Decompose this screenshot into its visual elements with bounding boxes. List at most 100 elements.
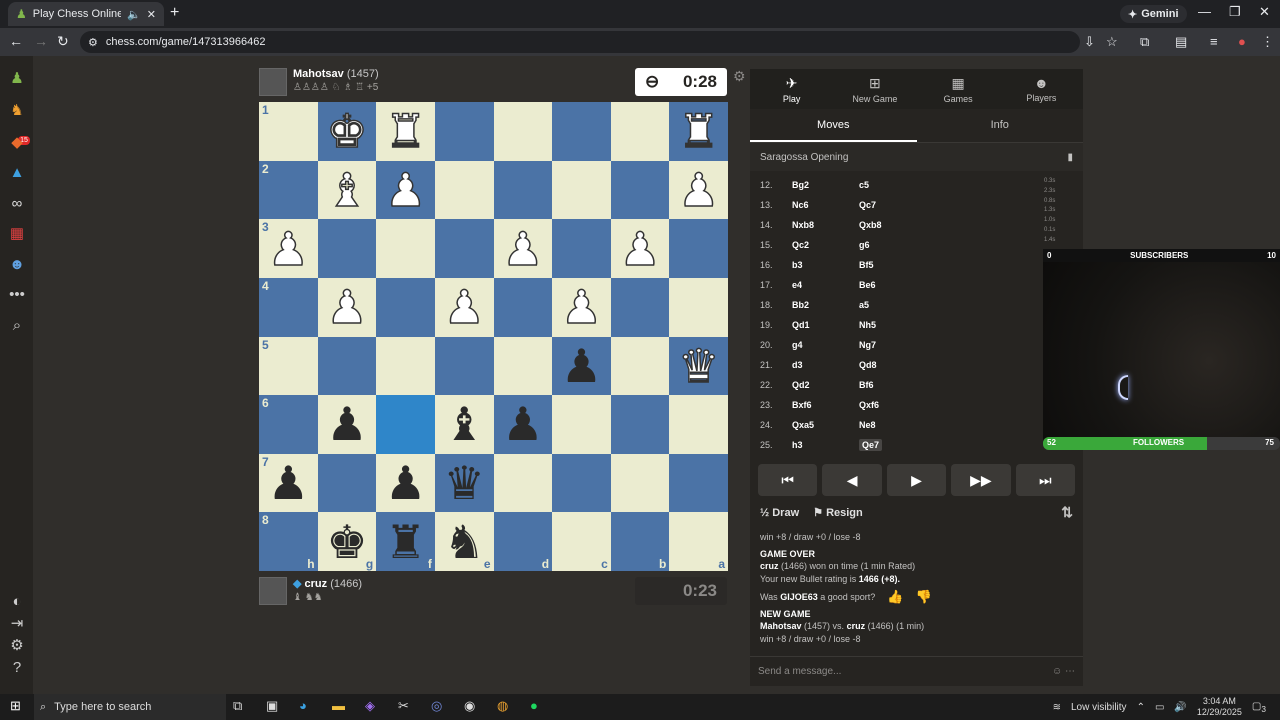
- black-pawn-piece[interactable]: ♟: [268, 460, 309, 506]
- black-move[interactable]: Be6: [859, 280, 919, 290]
- board-square[interactable]: [493, 102, 553, 161]
- tray-arrow-icon[interactable]: ⌃: [1137, 702, 1145, 713]
- board-square[interactable]: [376, 219, 435, 278]
- forward-button[interactable]: →: [34, 33, 48, 49]
- board-square[interactable]: ♚: [317, 102, 377, 161]
- subtab-info[interactable]: Info: [917, 109, 1084, 142]
- bottom-player-avatar[interactable]: [259, 577, 287, 605]
- last-move-button[interactable]: ⏭: [1015, 464, 1076, 496]
- board-square[interactable]: [376, 277, 435, 337]
- tab-new-game[interactable]: ⊞ New Game: [833, 69, 916, 109]
- board-square[interactable]: [434, 336, 494, 396]
- extensions-icon[interactable]: ⧉: [1140, 34, 1149, 50]
- white-move[interactable]: Qd2: [792, 380, 859, 390]
- subtab-moves[interactable]: Moves: [750, 109, 917, 142]
- reload-button[interactable]: ↻: [57, 33, 69, 50]
- task-view-icon[interactable]: ⧉: [233, 698, 242, 714]
- bookmark-star-icon[interactable]: ☆: [1106, 34, 1118, 50]
- white-move[interactable]: Bg2: [792, 180, 859, 190]
- white-move[interactable]: Qxa5: [792, 420, 859, 430]
- theme-icon[interactable]: ◐: [7, 591, 27, 611]
- board-square[interactable]: [552, 102, 611, 161]
- board-square[interactable]: ♟: [376, 453, 435, 513]
- board-square[interactable]: [493, 277, 553, 337]
- black-move[interactable]: Bf5: [859, 260, 919, 270]
- new-tab-button[interactable]: +: [170, 4, 179, 22]
- black-pawn-piece[interactable]: ♟: [502, 401, 543, 447]
- white-move[interactable]: g4: [792, 340, 859, 350]
- white-move[interactable]: Nxb8: [792, 220, 859, 230]
- chat-ng-player1[interactable]: Mahotsav: [760, 621, 802, 631]
- board-square[interactable]: ♟: [317, 277, 377, 337]
- book-icon[interactable]: ▮: [1067, 152, 1073, 163]
- board-square[interactable]: [669, 219, 728, 278]
- black-move[interactable]: Qxb8: [859, 220, 919, 230]
- board-square[interactable]: [317, 219, 377, 278]
- white-pawn-piece[interactable]: ♟: [619, 225, 662, 273]
- speaker-icon[interactable]: 🔈: [127, 8, 141, 21]
- white-move[interactable]: Bb2: [792, 300, 859, 310]
- weather-icon[interactable]: ≋: [1053, 702, 1061, 713]
- board-square[interactable]: [376, 395, 435, 454]
- tab-close-icon[interactable]: ✕: [147, 8, 156, 21]
- black-knight-piece[interactable]: ♞: [444, 519, 485, 565]
- board-square[interactable]: 8h: [259, 512, 318, 571]
- move-list[interactable]: 0.3s 2.3s 0.8s 1.3s 1.0s 0.1s 1.4s 12. Bg2 c5 13.…: [750, 171, 1083, 451]
- next-move-button[interactable]: ▶▶: [951, 464, 1011, 496]
- board-square[interactable]: c: [552, 512, 611, 571]
- login-icon[interactable]: ⇥: [7, 613, 27, 633]
- prev-move-button[interactable]: ◀: [822, 464, 882, 496]
- board-square[interactable]: [610, 336, 670, 396]
- minimize-button[interactable]: —: [1198, 4, 1211, 19]
- black-move[interactable]: c5: [859, 180, 919, 190]
- board-square[interactable]: d: [493, 512, 553, 571]
- network-icon[interactable]: ▭: [1155, 702, 1164, 713]
- black-move[interactable]: g6: [859, 240, 919, 250]
- tab-games[interactable]: ▦ Games: [917, 69, 1000, 109]
- board-square[interactable]: f ♜: [376, 512, 435, 571]
- board-square[interactable]: [434, 102, 494, 161]
- board-square[interactable]: ♝: [434, 395, 494, 454]
- board-square[interactable]: [434, 219, 494, 278]
- black-move[interactable]: Qc7: [859, 200, 919, 210]
- chrome-icon[interactable]: ◍: [497, 698, 508, 714]
- black-rook-piece[interactable]: ♜: [385, 519, 426, 565]
- menu-icon[interactable]: ⋮: [1261, 34, 1274, 50]
- black-pawn-piece[interactable]: ♟: [561, 343, 602, 389]
- black-move[interactable]: Ng7: [859, 340, 919, 350]
- board-square[interactable]: ♝: [317, 160, 377, 220]
- site-info-icon[interactable]: ⚙: [88, 36, 98, 49]
- board-settings-icon[interactable]: ⚙: [733, 68, 746, 85]
- board-square[interactable]: ♟: [610, 219, 670, 278]
- social-icon[interactable]: ☻: [7, 254, 27, 274]
- black-move[interactable]: Nh5: [859, 320, 919, 330]
- chess-board[interactable]: 1 ♚ ♜ ♜ 2 ♝ ♟ ♟ 3 ♟ ♟ ♟ 4 ♟ ♟ ♟ 5 ♟ ♛ 6 ♟ ♝ ♟ 7 ♟ ♟ ♛ 8 h g ♚ f ♜ e ♞ d c b a: [259, 102, 728, 571]
- board-square[interactable]: ♟: [493, 395, 553, 454]
- obs-icon[interactable]: ◉: [464, 698, 475, 714]
- board-square[interactable]: [493, 453, 553, 513]
- board-square[interactable]: ♟: [669, 160, 728, 220]
- board-square[interactable]: [610, 453, 670, 513]
- white-move[interactable]: e4: [792, 280, 859, 290]
- puzzle-icon[interactable]: ♞: [7, 100, 27, 120]
- copilot-icon[interactable]: ◈: [365, 698, 375, 714]
- black-pawn-piece[interactable]: ♟: [326, 401, 367, 447]
- board-square[interactable]: [317, 453, 377, 513]
- white-king-piece[interactable]: ♚: [326, 108, 369, 156]
- board-square[interactable]: 4: [259, 277, 318, 337]
- notification-icon[interactable]: ▢3: [1252, 701, 1266, 714]
- board-square[interactable]: [669, 453, 728, 513]
- board-square[interactable]: ♟: [552, 336, 611, 396]
- board-square[interactable]: a: [669, 512, 728, 571]
- resign-button[interactable]: ⚑ Resign: [813, 506, 863, 519]
- gemini-button[interactable]: ✦ Gemini: [1120, 5, 1187, 23]
- white-pawn-piece[interactable]: ♟: [560, 283, 603, 331]
- learn-icon[interactable]: ◆: [7, 132, 27, 152]
- board-square[interactable]: ♜: [669, 102, 728, 161]
- board-square[interactable]: [669, 395, 728, 454]
- board-square[interactable]: [610, 395, 670, 454]
- board-square[interactable]: [610, 160, 670, 220]
- board-square[interactable]: [376, 336, 435, 396]
- chat-ng-player2[interactable]: cruz: [847, 621, 866, 631]
- white-pawn-piece[interactable]: ♟: [443, 283, 486, 331]
